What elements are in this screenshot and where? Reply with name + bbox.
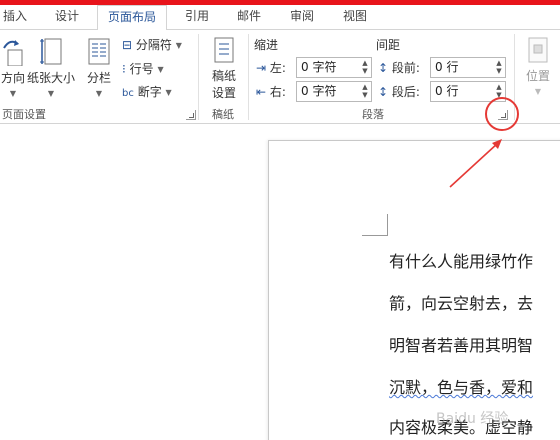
watermark: Baidu 经验 [436,411,509,427]
spin-arrows[interactable]: ▲ ▼ [494,59,504,76]
columns-button[interactable]: 分栏 ▼ [84,36,114,100]
indent-left-text: 左: [269,61,286,75]
group-divider [198,34,199,120]
spacing-before-input[interactable]: 0 行 ▲ ▼ [430,57,506,78]
chevron-down-icon: ▼ [47,89,55,98]
orientation-label: 方向 [0,71,25,85]
tab-review[interactable]: 审阅 [285,5,319,30]
page-setup-launcher-icon[interactable] [186,110,196,120]
indent-left-icon: ⇥ [256,61,267,75]
chevron-down-icon: ▼ [175,41,182,50]
paper-size-icon [40,38,62,65]
breaks-icon: ⊟ [122,38,133,52]
tab-mailings[interactable]: 邮件 [232,5,266,30]
paper-size-button[interactable]: 纸张大小 ▼ [27,36,75,100]
indent-right-icon: ⇤ [256,85,267,99]
spacing-after-value: 0 行 [435,84,459,98]
paragraph-group-label: 段落 [362,108,384,121]
line-numbers-label: 行号 [129,62,154,76]
document-line[interactable]: 有什么人能用绿竹作 [389,248,533,272]
columns-icon [88,38,110,65]
line-numbers-button[interactable]: ⁝ 行号 ▼ [122,60,164,77]
page-corner-mark [362,214,388,236]
draft-paper-label-1: 稿纸 [211,69,236,83]
indent-left-label: ⇥ 左: [256,59,286,76]
tab-view[interactable]: 视图 [338,5,372,30]
spin-arrows[interactable]: ▲ ▼ [360,59,370,76]
position-label: 位置 [525,69,550,83]
chevron-down-icon: ▼ [157,65,164,74]
ribbon-tabs: 插入 设计 页面布局 引用 邮件 审阅 视图 [0,5,560,31]
tab-page-layout[interactable]: 页面布局 [97,5,167,31]
chevron-down-icon: ▼ [95,89,103,98]
group-divider [248,34,249,120]
spacing-after-icon: ↕ [378,85,389,99]
document-line[interactable]: 明智者若善用其明智 [389,332,533,356]
draft-paper-icon [214,37,234,63]
chevron-down-icon: ▼ [165,88,172,97]
draft-paper-label-2: 设置 [211,86,236,100]
hyphenation-label: 断字 [137,85,162,99]
spacing-after-text: 段后: [391,85,420,99]
spacing-before-label: ↕ 段前: [378,59,420,76]
draft-paper-setup-button[interactable]: 稿纸 设置 [205,36,243,101]
hyphenation-icon: bc [122,88,134,99]
tab-design[interactable]: 设计 [50,5,84,30]
chevron-down-icon: ▼ [534,87,542,96]
orientation-button[interactable]: 方向 ▼ [0,36,26,100]
indent-right-input[interactable]: 0 字符 ▲ ▼ [296,81,372,102]
indent-left-value: 0 字符 [301,60,337,74]
spacing-before-value: 0 行 [435,60,459,74]
spacing-after-label: ↕ 段后: [378,83,420,100]
spacing-before-icon: ↕ [378,61,389,75]
document-line[interactable]: 沉默，色与香，爱和 [389,374,533,398]
spacing-header: 间距 [376,38,401,52]
indent-left-input[interactable]: 0 字符 ▲ ▼ [296,57,372,78]
breaks-button[interactable]: ⊟ 分隔符 ▼ [122,36,182,53]
indent-right-label: ⇤ 右: [256,83,286,100]
document-line[interactable]: 箭，向云空射去，去 [389,290,533,314]
left-canvas-area [0,124,268,440]
tab-insert[interactable]: 插入 [0,5,30,30]
page-setup-group-label: 页面设置 [2,108,46,121]
annotation-arrow-icon [449,139,502,188]
indent-right-text: 右: [269,85,286,99]
orientation-icon [3,40,23,67]
hyphenation-button[interactable]: bc 断字 ▼ [122,83,172,100]
indent-right-value: 0 字符 [301,84,337,98]
paper-size-label: 纸张大小 [27,71,76,85]
breaks-label: 分隔符 [135,38,172,52]
ribbon: 方向 ▼ 纸张大小 ▼ 分栏 ▼ ⊟ 分隔符 ▼ ⁝ 行号 ▼ bc 断字 ▼ … [0,30,560,124]
chevron-down-icon: ▼ [9,89,17,98]
spacing-before-text: 段前: [391,61,420,75]
indent-header: 缩进 [254,38,279,52]
position-icon [528,37,548,63]
line-numbers-icon: ⁝ [122,62,126,76]
position-button[interactable]: 位置 ▼ [520,36,556,98]
spin-arrows[interactable]: ▲ ▼ [360,83,370,100]
draft-group-label: 稿纸 [212,108,234,121]
tab-references[interactable]: 引用 [180,5,214,30]
columns-label: 分栏 [86,71,111,85]
